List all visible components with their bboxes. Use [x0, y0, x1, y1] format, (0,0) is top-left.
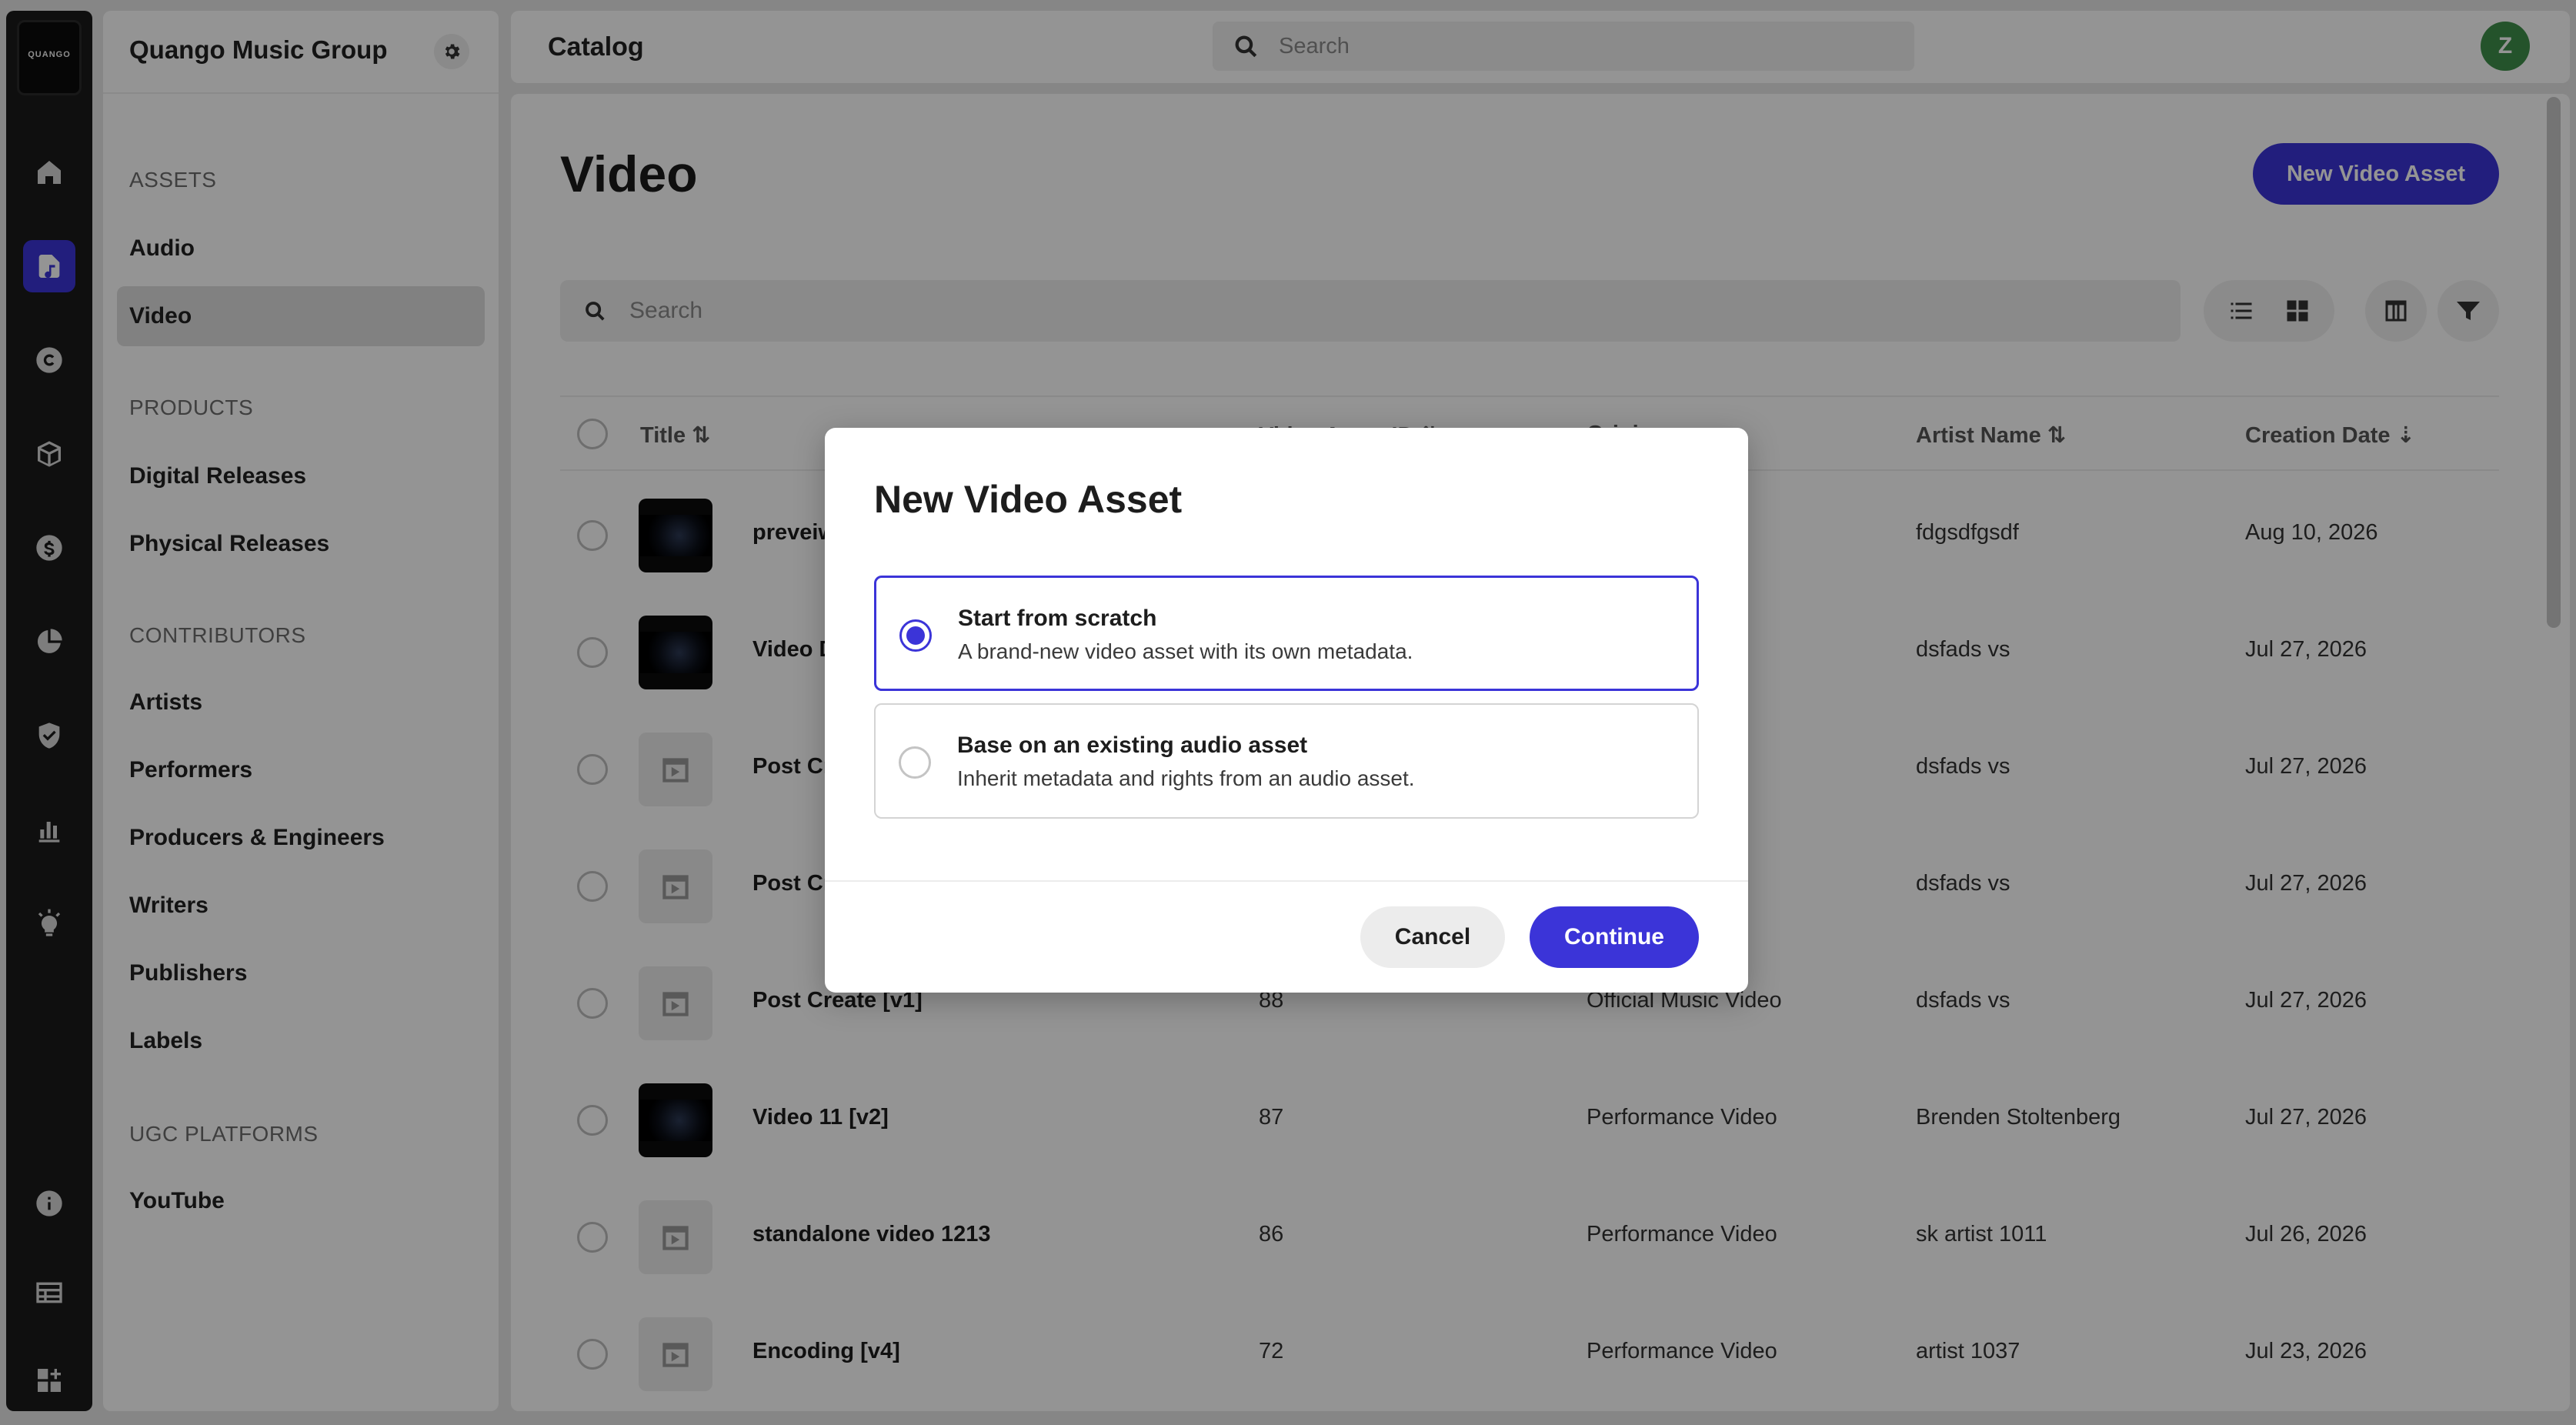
dialog-title: New Video Asset [874, 478, 1183, 521]
option-start-from-scratch[interactable]: Start from scratch A brand-new video ass… [874, 576, 1699, 691]
new-video-asset-dialog: New Video Asset Start from scratch A bra… [825, 428, 1748, 993]
option-description: A brand-new video asset with its own met… [958, 639, 1413, 663]
radio-base-on-audio-asset[interactable] [899, 746, 931, 779]
option-base-on-audio-asset[interactable]: Base on an existing audio asset Inherit … [874, 703, 1699, 819]
radio-start-from-scratch[interactable] [899, 619, 932, 652]
option-title: Start from scratch [958, 606, 1157, 631]
option-description: Inherit metadata and rights from an audi… [957, 766, 1415, 790]
continue-button[interactable]: Continue [1530, 906, 1699, 968]
dialog-divider [825, 880, 1748, 882]
option-title: Base on an existing audio asset [957, 733, 1308, 758]
cancel-button[interactable]: Cancel [1360, 906, 1505, 968]
